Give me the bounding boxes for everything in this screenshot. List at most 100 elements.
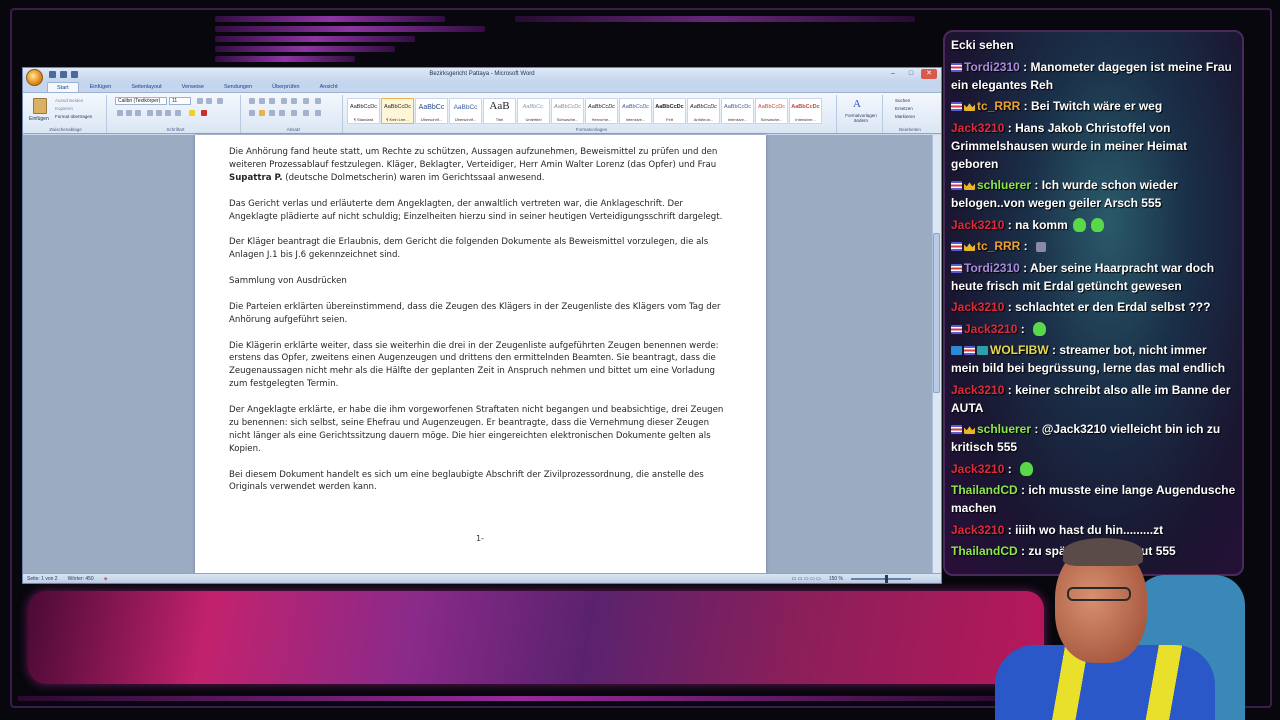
- bot-badge-icon: [977, 346, 988, 356]
- style-subtle-reference[interactable]: AaBbCcDc Schwache...: [755, 98, 788, 124]
- scrollbar-thumb[interactable]: [933, 233, 940, 393]
- office-button[interactable]: [26, 69, 43, 86]
- paste-button[interactable]: Einfügen: [29, 116, 49, 122]
- paste-icon[interactable]: [33, 98, 47, 114]
- pilcrow-icon[interactable]: [315, 98, 321, 104]
- style-heading-2[interactable]: AaBbCc Überschrif...: [449, 98, 482, 124]
- chat-username[interactable]: Jack3210: [951, 218, 1004, 232]
- zoom-slider[interactable]: [851, 575, 911, 583]
- chat-username[interactable]: schluerer: [977, 178, 1031, 192]
- format-painter-button[interactable]: Format übertragen: [55, 114, 92, 119]
- tab-ansicht[interactable]: Ansicht: [311, 82, 347, 92]
- chat-username[interactable]: tc_RRR: [977, 239, 1020, 253]
- subscript-icon[interactable]: [156, 110, 162, 116]
- select-button[interactable]: Markieren: [895, 114, 915, 119]
- style-intense-emphasis[interactable]: AaBbCcDc Intensive...: [619, 98, 652, 124]
- highlight-icon[interactable]: [189, 110, 195, 116]
- find-button[interactable]: Suchen: [895, 98, 910, 103]
- chat-username[interactable]: Jack3210: [951, 121, 1004, 135]
- tab-einfuegen[interactable]: Einfügen: [81, 82, 121, 92]
- style-strong[interactable]: AaBbCcDc Fett: [653, 98, 686, 124]
- close-icon[interactable]: ✕: [921, 69, 937, 79]
- chat-message: Jack3210 :: [951, 460, 1236, 478]
- group-label: Formatvorlagen: [575, 127, 608, 132]
- replace-button[interactable]: Ersetzen: [895, 106, 913, 111]
- spellcheck-icon[interactable]: ◈: [104, 576, 108, 582]
- multilevel-list-icon[interactable]: [269, 98, 275, 104]
- grow-font-icon[interactable]: [197, 98, 203, 104]
- group-label: Schriftart: [166, 127, 185, 132]
- align-left-icon[interactable]: [249, 110, 255, 116]
- underline-icon[interactable]: [135, 110, 141, 116]
- document-body[interactable]: Die Anhörung fand heute statt, um Rechte…: [229, 146, 733, 507]
- shading-icon[interactable]: [303, 110, 309, 116]
- zoom-level[interactable]: 150 %: [829, 576, 843, 582]
- change-styles-icon[interactable]: A: [853, 98, 861, 110]
- page-count[interactable]: Seite: 1 von 2: [27, 576, 58, 582]
- line-spacing-icon[interactable]: [291, 110, 297, 116]
- chat-text: na komm: [1015, 217, 1068, 232]
- overlay-line: [18, 696, 1018, 701]
- minimize-icon[interactable]: –: [885, 69, 901, 79]
- view-buttons[interactable]: ▭ ▭ ▭ ▭ ▭: [792, 576, 821, 582]
- font-group: Calibri (Textkörper) 11 Schriftart: [111, 95, 241, 133]
- justify-icon[interactable]: [279, 110, 285, 116]
- increase-indent-icon[interactable]: [291, 98, 297, 104]
- sort-icon[interactable]: [303, 98, 309, 104]
- chat-username[interactable]: ThailandCD: [951, 483, 1018, 497]
- italic-icon[interactable]: [126, 110, 132, 116]
- cut-button[interactable]: Ausschneiden: [55, 98, 83, 103]
- decrease-indent-icon[interactable]: [281, 98, 287, 104]
- chat-separator: :: [1017, 483, 1029, 497]
- chat-username[interactable]: schluerer: [977, 422, 1031, 436]
- change-styles-group: A Formatvorlagen ändern: [839, 95, 883, 133]
- chat-username[interactable]: Tordi2310: [964, 60, 1020, 74]
- style-subtle-emphasis[interactable]: AaBbCcDc Schwache...: [551, 98, 584, 124]
- tab-start[interactable]: Start: [47, 82, 79, 92]
- document-area[interactable]: Die Anhörung fand heute statt, um Rechte…: [23, 135, 941, 575]
- change-case-icon[interactable]: [175, 110, 181, 116]
- chat-username[interactable]: tc_RRR: [977, 99, 1020, 113]
- tab-verweise[interactable]: Verweise: [173, 82, 213, 92]
- chat-username[interactable]: Jack3210: [951, 383, 1004, 397]
- align-center-icon[interactable]: [259, 110, 265, 116]
- style-heading-1[interactable]: AaBbCc Überschrif...: [415, 98, 448, 124]
- tab-ueberpruefen[interactable]: Überprüfen: [263, 82, 309, 92]
- style-intense-reference[interactable]: AaBbCcDc Intensiver...: [789, 98, 822, 124]
- chat-list: Ecki sehen Tordi2310 : Manometer dagegen …: [951, 36, 1236, 564]
- borders-icon[interactable]: [315, 110, 321, 116]
- chat-username[interactable]: Jack3210: [951, 300, 1004, 314]
- copy-button[interactable]: Kopieren: [55, 106, 73, 111]
- style-intense-quote[interactable]: AaBbCcDc Intensive...: [721, 98, 754, 124]
- tab-seitenlayout[interactable]: Seitenlayout: [122, 82, 170, 92]
- chat-username[interactable]: Tordi2310: [964, 261, 1020, 275]
- paragraph: Der Angeklagte erklärte, er habe die ihm…: [229, 405, 724, 454]
- font-size-select[interactable]: 11: [169, 97, 191, 105]
- style-standard[interactable]: AaBbCcDc ¶ Standard: [347, 98, 380, 124]
- font-color-icon[interactable]: [201, 110, 207, 116]
- numbering-icon[interactable]: [259, 98, 265, 104]
- document-page[interactable]: Die Anhörung fand heute statt, um Rechte…: [195, 135, 766, 575]
- style-subtitle[interactable]: AaBbCc. Untertitel: [517, 98, 550, 124]
- font-name-select[interactable]: Calibri (Textkörper): [115, 97, 167, 105]
- style-title[interactable]: AaB Titel: [483, 98, 516, 124]
- vertical-scrollbar[interactable]: [932, 135, 941, 575]
- chat-username[interactable]: WOLFIBW: [990, 343, 1049, 357]
- chat-username[interactable]: Ecki sehen: [951, 38, 1014, 52]
- clear-format-icon[interactable]: [217, 98, 223, 104]
- bullets-icon[interactable]: [249, 98, 255, 104]
- align-right-icon[interactable]: [269, 110, 275, 116]
- shrink-font-icon[interactable]: [206, 98, 212, 104]
- maximize-icon[interactable]: □: [903, 69, 919, 79]
- tab-sendungen[interactable]: Sendungen: [215, 82, 261, 92]
- word-count[interactable]: Wörter: 450: [68, 576, 94, 582]
- style-emphasis[interactable]: AaBbCcDc Hervorhe...: [585, 98, 618, 124]
- style-quote[interactable]: AaBbCcDc Anführun...: [687, 98, 720, 124]
- superscript-icon[interactable]: [165, 110, 171, 116]
- strikethrough-icon[interactable]: [147, 110, 153, 116]
- chat-username[interactable]: Jack3210: [951, 462, 1004, 476]
- chat-username[interactable]: Jack3210: [964, 322, 1017, 336]
- style-no-spacing[interactable]: AaBbCcDc ¶ Kein Lee...: [381, 98, 414, 124]
- bold-icon[interactable]: [117, 110, 123, 116]
- change-styles-button[interactable]: Formatvorlagen ändern: [841, 113, 881, 123]
